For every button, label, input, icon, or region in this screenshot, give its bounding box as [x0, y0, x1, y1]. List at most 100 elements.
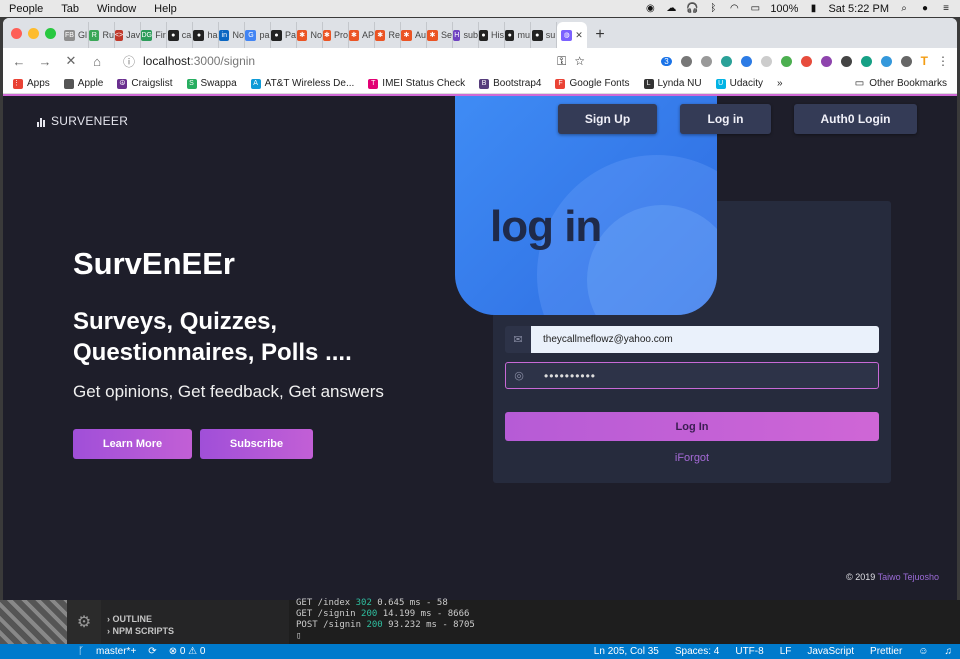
chrome-menu-icon[interactable]: ⋮	[937, 54, 949, 68]
bell-icon[interactable]: ♫	[945, 646, 953, 657]
extension-badge[interactable]: 3	[661, 56, 672, 66]
git-branch[interactable]: master*+	[96, 646, 136, 657]
tab-active[interactable]: ◍ ✕	[557, 22, 587, 48]
browser-tab[interactable]: R Ru	[89, 22, 115, 48]
clock[interactable]: Sat 5:22 PM	[828, 3, 889, 15]
extension-icon[interactable]	[860, 55, 872, 67]
browser-tab[interactable]: ✱ No	[297, 22, 323, 48]
bookmark-item[interactable]: U Udacity	[715, 78, 763, 89]
cursor-position[interactable]: Ln 205, Col 35	[594, 646, 659, 657]
key-icon[interactable]: ⚿	[557, 54, 566, 69]
terminal-output[interactable]: GET /index 302 0.645 ms - 58 GET /signin…	[296, 598, 896, 644]
wifi-icon[interactable]: ◠	[728, 3, 740, 14]
stop-icon[interactable]: ✕	[63, 53, 79, 69]
browser-tab[interactable]: ● ca	[167, 22, 193, 48]
bookmark-item[interactable]: F Google Fonts	[555, 78, 630, 89]
browser-tab[interactable]: Hsub	[453, 22, 479, 48]
address-bar[interactable]: ⓘ localhost:3000/signin ⚿ ☆	[115, 51, 585, 71]
bookmark-item[interactable]: ⋮⋮ Apps	[13, 78, 50, 89]
more-bookmarks-button[interactable]: »	[777, 78, 783, 89]
extension-icon[interactable]	[700, 55, 712, 67]
extension-icon[interactable]	[800, 55, 812, 67]
info-icon[interactable]: ⓘ	[123, 53, 135, 70]
npm-scripts-section[interactable]: › NPM SCRIPTS	[101, 625, 289, 637]
battery-icon[interactable]: ▮	[807, 3, 819, 14]
menu-item-people[interactable]: People	[0, 3, 52, 15]
email-input[interactable]: theycallmeflowz@yahoo.com	[531, 326, 879, 353]
extension-icon[interactable]	[680, 55, 692, 67]
spotlight-icon[interactable]: ⌕	[898, 3, 910, 14]
headphones-icon[interactable]: 🎧	[686, 3, 698, 14]
browser-tab[interactable]: ✱ Au	[401, 22, 427, 48]
browser-tab[interactable]: <> Jav	[114, 22, 141, 48]
bookmark-item[interactable]: Apple	[63, 78, 103, 89]
home-icon[interactable]: ⌂	[89, 54, 105, 69]
browser-tab[interactable]: ● Pa	[271, 22, 297, 48]
bookmark-item[interactable]: ☮ Craigslist	[117, 78, 173, 89]
formatter[interactable]: Prettier	[870, 646, 902, 657]
extension-icon[interactable]	[840, 55, 852, 67]
subscribe-button[interactable]: Subscribe	[200, 429, 313, 459]
sync-icon[interactable]: ⟳	[148, 646, 156, 657]
forward-icon[interactable]: →	[37, 54, 53, 69]
language-mode[interactable]: JavaScript	[807, 646, 854, 657]
new-tab-button[interactable]: +	[587, 22, 613, 48]
settings-gear-icon[interactable]: ⚙	[67, 600, 101, 644]
author-link[interactable]: Taiwo Tejuosho	[878, 572, 939, 582]
menu-item-window[interactable]: Window	[88, 3, 145, 15]
browser-tab[interactable]: ● su	[531, 22, 557, 48]
browser-tab[interactable]: ✱ Re	[375, 22, 401, 48]
forgot-password-link[interactable]: iForgot	[505, 452, 879, 464]
outline-section[interactable]: › OUTLINE	[101, 613, 289, 625]
signup-button[interactable]: Sign Up	[558, 104, 657, 134]
airplay-icon[interactable]: ▭	[749, 3, 761, 14]
extension-icon[interactable]	[740, 55, 752, 67]
browser-tab[interactable]: ✱ Pro	[323, 22, 349, 48]
encoding[interactable]: UTF-8	[735, 646, 763, 657]
browser-tab[interactable]: FB Gl	[63, 22, 89, 48]
minimize-window-button[interactable]	[28, 28, 39, 39]
notification-center-icon[interactable]: ≡	[940, 3, 952, 14]
extension-icon[interactable]	[900, 55, 912, 67]
browser-tab[interactable]: ✱ Se	[427, 22, 453, 48]
password-input[interactable]: ••••••••••	[532, 369, 878, 383]
zoom-window-button[interactable]	[45, 28, 56, 39]
bookmark-item[interactable]: B Bootstrap4	[479, 78, 541, 89]
other-bookmarks[interactable]: ▭ Other Bookmarks	[855, 78, 947, 89]
login-nav-button[interactable]: Log in	[680, 104, 771, 134]
browser-tab[interactable]: ✱ AP	[349, 22, 375, 48]
bookmark-item[interactable]: L Lynda NU	[643, 78, 702, 89]
bookmark-item[interactable]: T IMEI Status Check	[368, 78, 465, 89]
bluetooth-icon[interactable]: ᛒ	[707, 3, 719, 14]
siri-icon[interactable]: ●	[919, 3, 931, 14]
site-brand[interactable]: SURVENEER	[37, 114, 128, 128]
auth0-login-button[interactable]: Auth0 Login	[794, 104, 917, 134]
extension-icon[interactable]	[760, 55, 772, 67]
login-submit-button[interactable]: Log In	[505, 412, 879, 441]
profile-icon[interactable]: T	[921, 54, 928, 68]
problems-count[interactable]: ⊗ 0 ⚠ 0	[169, 646, 206, 657]
bookmark-star-icon[interactable]: ☆	[574, 54, 585, 68]
browser-tab[interactable]: ● mu	[505, 22, 531, 48]
browser-tab[interactable]: DG Fir	[141, 22, 167, 48]
close-tab-icon[interactable]: ✕	[575, 30, 583, 41]
record-icon[interactable]: ◉	[644, 3, 656, 14]
browser-tab[interactable]: Gpa	[245, 22, 271, 48]
menu-item-help[interactable]: Help	[145, 3, 186, 15]
close-window-button[interactable]	[11, 28, 22, 39]
indentation[interactable]: Spaces: 4	[675, 646, 719, 657]
line-ending[interactable]: LF	[780, 646, 792, 657]
extension-icon[interactable]	[720, 55, 732, 67]
learn-more-button[interactable]: Learn More	[73, 429, 192, 459]
extension-icon[interactable]	[780, 55, 792, 67]
menu-item-tab[interactable]: Tab	[52, 3, 88, 15]
feedback-icon[interactable]: ☺	[918, 646, 928, 657]
back-icon[interactable]: ←	[11, 54, 27, 69]
bookmark-item[interactable]: S Swappa	[186, 78, 237, 89]
extension-icon[interactable]	[880, 55, 892, 67]
extension-icon[interactable]	[820, 55, 832, 67]
browser-tab[interactable]: in No	[219, 22, 245, 48]
cloud-icon[interactable]: ☁	[665, 3, 677, 14]
browser-tab[interactable]: ● His	[479, 22, 505, 48]
bookmark-item[interactable]: A AT&T Wireless De...	[250, 78, 354, 89]
